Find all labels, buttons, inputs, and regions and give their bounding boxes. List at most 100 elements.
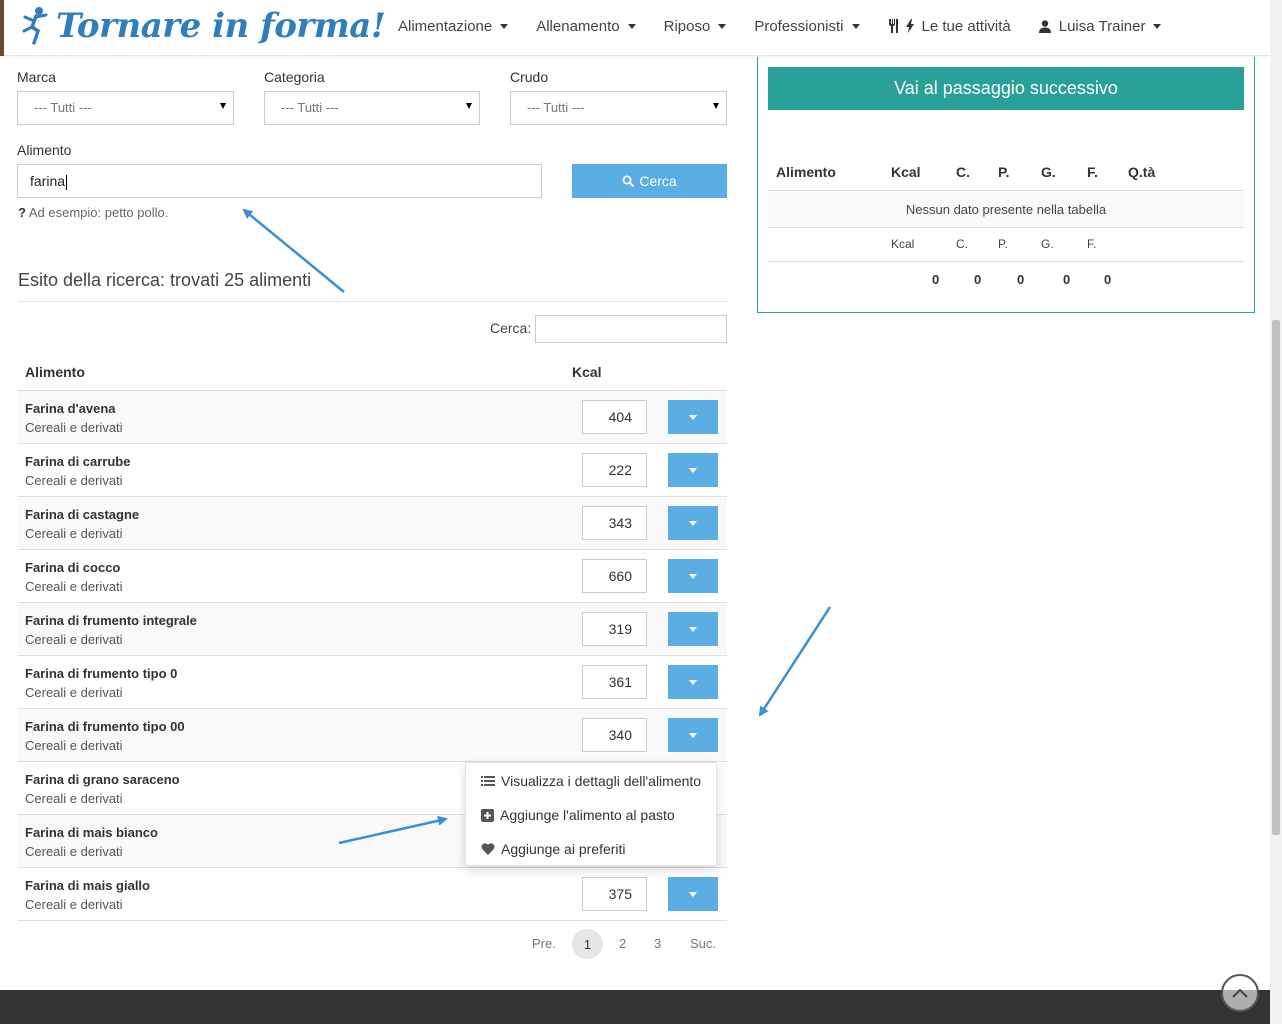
column-header-kcal[interactable]: Kcal bbox=[572, 364, 602, 380]
kcal-field[interactable]: 343 bbox=[582, 506, 647, 540]
marca-label: Marca bbox=[17, 69, 56, 85]
table-row: Farina di mais giallo Cereali e derivati… bbox=[18, 868, 727, 921]
meal-col-food: Alimento bbox=[776, 164, 836, 180]
alimento-search-input[interactable]: farina bbox=[17, 164, 542, 198]
food-category: Cereali e derivati bbox=[25, 738, 123, 753]
categoria-label: Categoria bbox=[264, 69, 325, 85]
food-name: Farina di castagne bbox=[25, 507, 140, 522]
nav-professionisti[interactable]: Professionisti bbox=[740, 18, 873, 35]
crudo-select-value: --- Tutti --- bbox=[527, 100, 585, 115]
row-actions-button[interactable] bbox=[668, 718, 718, 752]
kcal-field[interactable]: 404 bbox=[582, 400, 647, 434]
pagination-prev[interactable]: Pre. bbox=[532, 936, 556, 951]
table-row: Farina di frumento integrale Cereali e d… bbox=[18, 603, 727, 656]
kcal-field[interactable]: 660 bbox=[582, 559, 647, 593]
bolt-icon bbox=[905, 19, 914, 33]
caret-down-icon bbox=[689, 626, 697, 632]
page-scrollbar[interactable] bbox=[1270, 0, 1282, 1024]
search-button-label: Cerca bbox=[639, 173, 677, 189]
menu-item-view-details[interactable]: Visualizza i dettagli dell'alimento bbox=[481, 773, 701, 789]
menu-item-label: Aggiunge ai preferiti bbox=[501, 841, 626, 857]
kcal-field[interactable]: 340 bbox=[582, 718, 647, 752]
nav-label: Alimentazione bbox=[398, 17, 493, 35]
meal-col-fat: G. bbox=[1041, 164, 1056, 180]
kcal-field[interactable]: 375 bbox=[582, 877, 647, 911]
row-actions-button[interactable] bbox=[668, 612, 718, 646]
nav-label: Professionisti bbox=[754, 17, 844, 35]
caret-down-icon bbox=[466, 103, 472, 109]
meal-sub-carbs: C. bbox=[956, 237, 968, 251]
user-icon bbox=[1038, 19, 1051, 33]
kcal-field[interactable]: 222 bbox=[582, 453, 647, 487]
categoria-select-value: --- Tutti --- bbox=[281, 100, 339, 115]
heart-icon bbox=[481, 843, 495, 855]
meal-total-protein: 0 bbox=[1017, 272, 1025, 287]
kcal-field[interactable]: 319 bbox=[582, 612, 647, 646]
marca-select[interactable]: --- Tutti --- bbox=[17, 91, 234, 125]
column-header-food[interactable]: Alimento bbox=[25, 364, 85, 380]
row-actions-button[interactable] bbox=[668, 877, 718, 911]
kcal-field[interactable]: 361 bbox=[582, 665, 647, 699]
meal-sub-kcal: Kcal bbox=[891, 237, 915, 251]
question-icon: ? bbox=[18, 205, 26, 220]
nav-allenamento[interactable]: Allenamento bbox=[522, 18, 649, 35]
scrollbar-thumb[interactable] bbox=[1272, 320, 1280, 835]
scroll-to-top-button[interactable] bbox=[1221, 974, 1259, 1012]
meal-total-carbs: 0 bbox=[974, 272, 982, 287]
menu-item-add-favorite[interactable]: Aggiunge ai preferiti bbox=[481, 841, 626, 857]
page-footer bbox=[0, 990, 1270, 1024]
nav-le-tue-attivita[interactable]: Le tue attività bbox=[874, 18, 1025, 35]
caret-down-icon bbox=[689, 467, 697, 473]
nav-label: Allenamento bbox=[536, 17, 620, 35]
caret-down-icon bbox=[689, 414, 697, 420]
row-actions-button[interactable] bbox=[668, 665, 718, 699]
nav-alimentazione[interactable]: Alimentazione bbox=[384, 18, 522, 35]
meal-total-fat: 0 bbox=[1063, 272, 1071, 287]
nav-user-menu[interactable]: Luisa Trainer bbox=[1025, 18, 1176, 35]
nav-riposo[interactable]: Riposo bbox=[650, 18, 741, 35]
crudo-label: Crudo bbox=[510, 69, 549, 85]
search-hint-text: Ad esempio: petto pollo. bbox=[28, 205, 169, 220]
food-category: Cereali e derivati bbox=[25, 473, 123, 488]
row-actions-button[interactable] bbox=[668, 559, 718, 593]
table-row: Farina di frumento tipo 00 Cereali e der… bbox=[18, 709, 727, 762]
next-step-button[interactable]: Vai al passaggio successivo bbox=[768, 67, 1244, 110]
food-name: Farina di mais bianco bbox=[25, 825, 158, 840]
food-name: Farina d'avena bbox=[25, 401, 116, 416]
pagination-page[interactable]: 2 bbox=[619, 936, 626, 951]
meal-col-kcal: Kcal bbox=[891, 164, 921, 180]
search-hint: ? Ad esempio: petto pollo. bbox=[18, 205, 168, 220]
top-navbar: Tornare in forma! Alimentazione Allename… bbox=[0, 0, 1270, 56]
row-actions-button[interactable] bbox=[668, 506, 718, 540]
brand-name: Tornare in forma! bbox=[56, 6, 386, 46]
meal-col-fiber: F. bbox=[1087, 164, 1098, 180]
row-actions-button[interactable] bbox=[668, 453, 718, 487]
food-category: Cereali e derivati bbox=[25, 526, 123, 541]
meal-total-kcal: 0 bbox=[932, 272, 940, 287]
pagination-next[interactable]: Suc. bbox=[690, 936, 716, 951]
categoria-select[interactable]: --- Tutti --- bbox=[264, 91, 480, 125]
table-filter-input[interactable] bbox=[535, 315, 727, 343]
table-row: Farina di frumento tipo 0 Cereali e deri… bbox=[18, 656, 727, 709]
table-row: Farina di castagne Cereali e derivati 34… bbox=[18, 497, 727, 550]
food-category: Cereali e derivati bbox=[25, 844, 123, 859]
caret-down-icon bbox=[500, 23, 509, 29]
marca-select-value: --- Tutti --- bbox=[34, 100, 92, 115]
row-actions-button[interactable] bbox=[668, 400, 718, 434]
divider bbox=[768, 261, 1244, 262]
table-row: Farina di carrube Cereali e derivati 222 bbox=[18, 444, 727, 497]
table-row: Farina d'avena Cereali e derivati 404 bbox=[18, 391, 727, 444]
running-figure-icon bbox=[22, 5, 50, 48]
pagination-page[interactable]: 3 bbox=[654, 936, 661, 951]
search-button[interactable]: Cerca bbox=[572, 164, 727, 198]
meal-total-fiber: 0 bbox=[1104, 272, 1112, 287]
search-icon bbox=[622, 175, 635, 187]
brand-logo[interactable]: Tornare in forma! bbox=[22, 4, 386, 48]
food-name: Farina di carrube bbox=[25, 454, 131, 469]
menu-item-add-to-meal[interactable]: Aggiunge l'alimento al pasto bbox=[481, 807, 675, 823]
divider bbox=[18, 301, 727, 302]
food-name: Farina di frumento tipo 0 bbox=[25, 666, 178, 681]
crudo-select[interactable]: --- Tutti --- bbox=[510, 91, 727, 125]
pagination-page-current[interactable]: 1 bbox=[572, 929, 603, 959]
table-row: Farina di cocco Cereali e derivati 660 bbox=[18, 550, 727, 603]
